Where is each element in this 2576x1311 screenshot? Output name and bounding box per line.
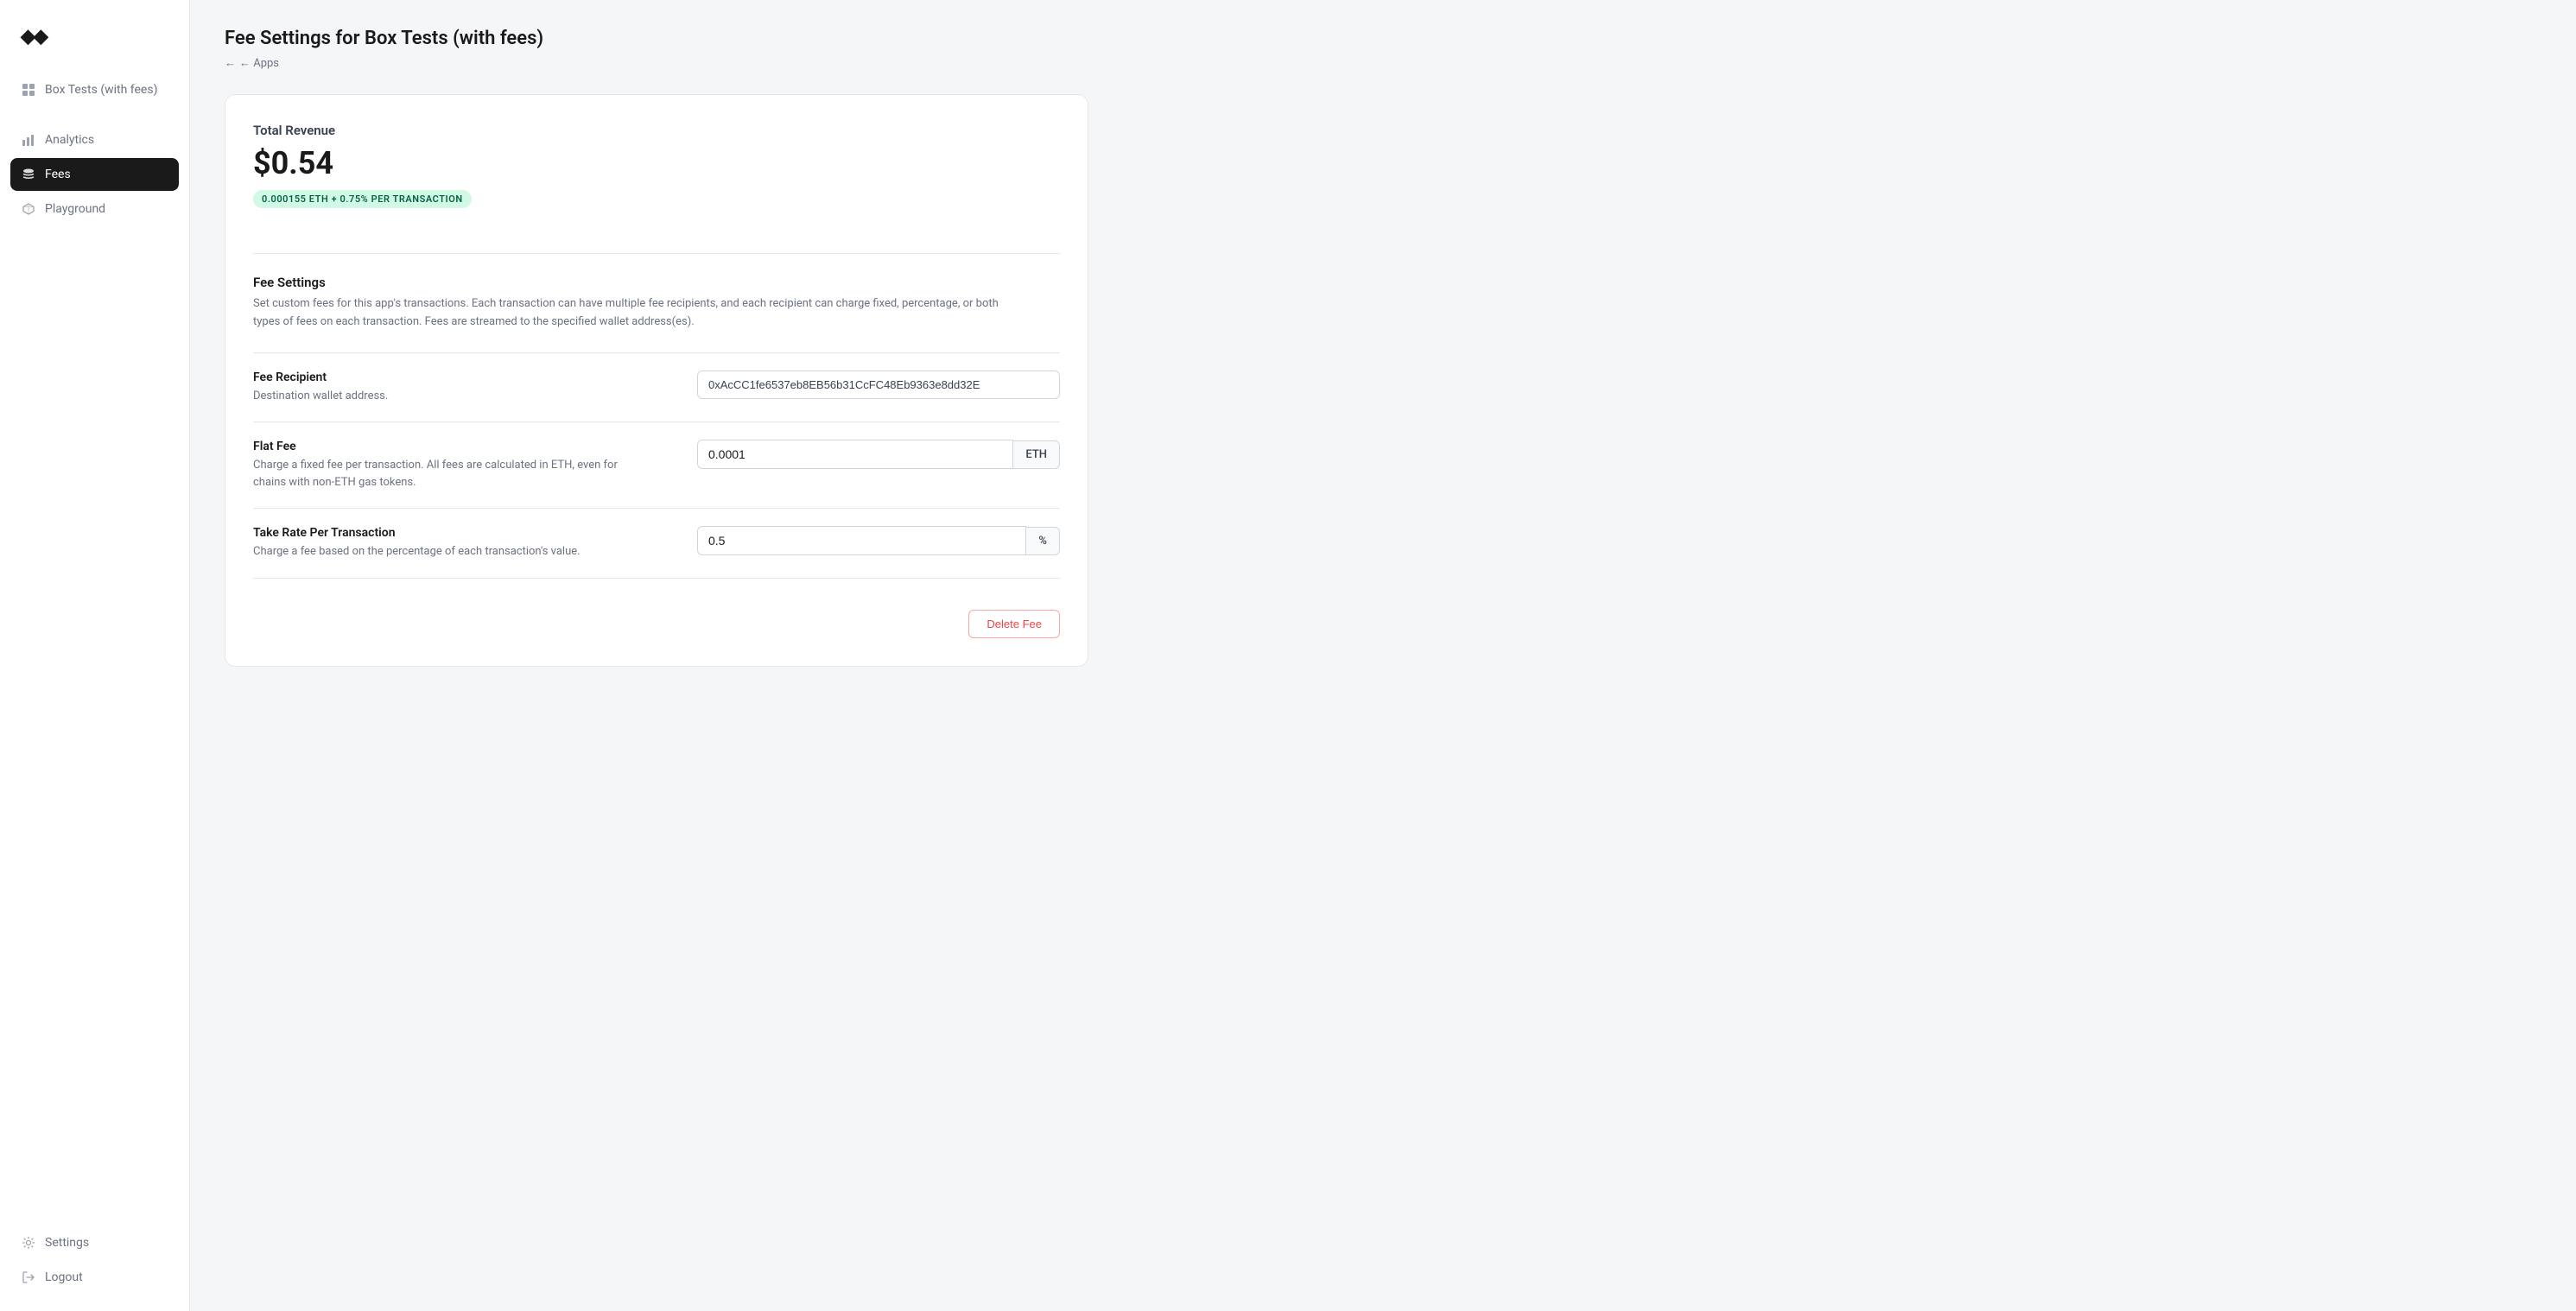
fee-row-take-rate: Take Rate Per Transaction Charge a fee b… xyxy=(253,508,1060,578)
gear-icon xyxy=(21,1235,36,1251)
take-rate-label: Take Rate Per Transaction xyxy=(253,526,663,540)
flat-fee-info: Flat Fee Charge a fixed fee per transact… xyxy=(253,440,663,491)
section-divider xyxy=(253,253,1060,254)
back-arrow-icon: ← xyxy=(225,56,236,70)
flat-fee-sub: Charge a fixed fee per transaction. All … xyxy=(253,457,625,491)
back-link[interactable]: ← ← Apps xyxy=(225,56,2541,70)
total-revenue-label: Total Revenue xyxy=(253,123,1060,138)
sidebar-item-logout[interactable]: Logout xyxy=(10,1261,179,1294)
take-rate-sub: Charge a fee based on the percentage of … xyxy=(253,543,625,560)
sidebar-item-app-label: Box Tests (with fees) xyxy=(45,83,157,97)
fee-recipient-label: Fee Recipient xyxy=(253,370,663,384)
main-content: Fee Settings for Box Tests (with fees) ←… xyxy=(190,0,2576,1311)
logo-icon: ◆◆ xyxy=(21,26,47,48)
take-rate-info: Take Rate Per Transaction Charge a fee b… xyxy=(253,526,663,560)
sidebar-item-analytics[interactable]: Analytics xyxy=(10,124,179,156)
take-rate-unit: % xyxy=(1026,527,1060,555)
flat-fee-label: Flat Fee xyxy=(253,440,663,453)
sidebar-item-playground[interactable]: Playground xyxy=(10,193,179,225)
sidebar: ◆◆ Box Tests (with fees) xyxy=(0,0,190,1311)
sidebar-item-playground-label: Playground xyxy=(45,202,105,216)
fee-row-flat: Flat Fee Charge a fixed fee per transact… xyxy=(253,421,1060,508)
total-revenue-section: Total Revenue $0.54 0.000155 ETH + 0.75%… xyxy=(253,123,1060,232)
fee-recipient-input-group xyxy=(697,370,1060,399)
cube-icon xyxy=(21,201,36,217)
back-label: ← Apps xyxy=(239,56,279,70)
page-title: Fee Settings for Box Tests (with fees) xyxy=(225,28,2541,49)
fee-recipient-sub: Destination wallet address. xyxy=(253,388,625,405)
take-rate-input[interactable] xyxy=(697,526,1026,555)
bottom-row: Delete Fee xyxy=(253,578,1060,638)
sidebar-item-settings-label: Settings xyxy=(45,1236,89,1250)
logout-icon xyxy=(21,1270,36,1285)
fee-recipient-input[interactable] xyxy=(697,370,1060,399)
flat-fee-input-group: ETH xyxy=(697,440,1060,469)
delete-fee-button[interactable]: Delete Fee xyxy=(968,610,1060,638)
fee-settings-title: Fee Settings xyxy=(253,275,1060,290)
fee-row-recipient: Fee Recipient Destination wallet address… xyxy=(253,352,1060,422)
fee-settings-description: Set custom fees for this app's transacti… xyxy=(253,295,1013,332)
fee-recipient-info: Fee Recipient Destination wallet address… xyxy=(253,370,663,405)
fee-settings-card: Total Revenue $0.54 0.000155 ETH + 0.75%… xyxy=(225,94,1088,667)
stack-icon xyxy=(21,167,36,182)
grid-icon xyxy=(21,82,36,98)
flat-fee-unit: ETH xyxy=(1013,440,1060,469)
sidebar-item-app[interactable]: Box Tests (with fees) xyxy=(10,73,179,106)
sidebar-item-fees-label: Fees xyxy=(45,168,71,181)
bar-chart-icon xyxy=(21,132,36,148)
nav-section-bottom: Settings Logout xyxy=(0,1226,189,1294)
take-rate-input-group: % xyxy=(697,526,1060,555)
nav-section-main: Box Tests (with fees) Analytics xyxy=(0,73,189,225)
sidebar-item-logout-label: Logout xyxy=(45,1270,83,1284)
sidebar-item-settings[interactable]: Settings xyxy=(10,1226,179,1259)
sidebar-item-fees[interactable]: Fees xyxy=(10,158,179,191)
logo: ◆◆ xyxy=(0,17,189,73)
sidebar-item-analytics-label: Analytics xyxy=(45,133,94,147)
flat-fee-input[interactable] xyxy=(697,440,1013,469)
fee-rate-badge: 0.000155 ETH + 0.75% PER TRANSACTION xyxy=(253,190,472,208)
revenue-amount: $0.54 xyxy=(253,145,1060,181)
